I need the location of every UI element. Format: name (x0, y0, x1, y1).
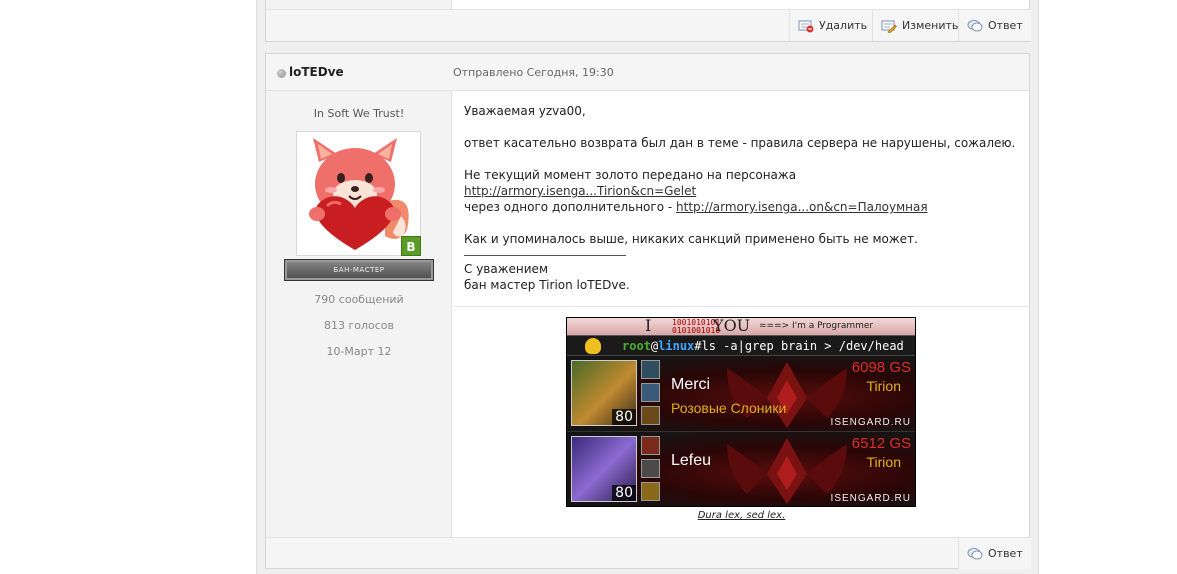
gear-slot-icon (641, 459, 660, 478)
post-timestamp: Отправлено Сегодня, 19:30 (453, 66, 614, 79)
reply-icon (967, 19, 983, 33)
character-name: Lefeu (671, 452, 712, 469)
character-gearscore: 6512 GS (851, 435, 911, 452)
banner-i: I (645, 317, 652, 335)
banner-you: YOU (713, 317, 751, 335)
character-gearscore: 6098 GS (851, 359, 911, 376)
post-body: Уважаемая yzva00, ответ касательно возвр… (453, 91, 1030, 537)
armory-link-gelet[interactable]: http://armory.isenga...Tirion&cn=Gelet (464, 184, 696, 198)
edit-icon (881, 19, 897, 34)
delete-button[interactable]: Удалить (789, 10, 876, 41)
character-card: 80 Lefeu 6512 GS Tirion ISENGARD.RU (567, 432, 915, 506)
gear-slot-icon (641, 383, 660, 402)
reply-button-previous[interactable]: Ответ (958, 10, 1031, 41)
message-text: через одного дополнительного - (464, 200, 677, 214)
author-info-column: In Soft We Trust! B БАН-МАСТЕР 790 сообщ… (266, 91, 452, 537)
vote-count: 813 голосов (323, 319, 395, 332)
signature-divider (453, 306, 1030, 307)
armory-link-paloumnaya[interactable]: http://armory.isenga...on&cn=Палоумная (676, 200, 928, 214)
delete-icon (798, 19, 814, 33)
signature-banner: I 1001010101 0101001010 YOU ===> I'm a P… (566, 317, 916, 507)
terminal-cmd: #ls -a|grep brain > /dev/head (694, 339, 904, 353)
previous-post: Удалить Изменить Ответ (265, 0, 1031, 42)
message-line: Как и упоминалось выше, никаких санкций … (464, 232, 918, 246)
post-count: 790 сообщений (314, 293, 404, 306)
reply-button[interactable]: Ответ (958, 538, 1031, 569)
message-text: Не текущий момент золото передано на пер… (464, 168, 797, 182)
rank-label: БАН-МАСТЕР (333, 266, 385, 274)
tux-penguin-icon (585, 338, 601, 354)
offline-status-icon (277, 69, 286, 78)
reply-icon (967, 547, 983, 561)
edit-button[interactable]: Изменить (872, 10, 967, 41)
character-level: 80 (612, 409, 636, 425)
character-portrait: 80 (571, 436, 637, 502)
post-author-name[interactable]: loTEDve (289, 65, 344, 79)
post-header: loTEDve Отправлено Сегодня, 19:30 (266, 54, 1029, 91)
forum-post: loTEDve Отправлено Сегодня, 19:30 In Sof… (265, 53, 1031, 569)
join-date: 10-Март 12 (326, 345, 392, 358)
previous-post-action-bar: Удалить Изменить Ответ (266, 9, 1031, 41)
character-portrait: 80 (571, 360, 637, 426)
terminal-command: root@linux#ls -a|grep brain > /dev/head (622, 339, 904, 353)
message-greeting: Уважаемая yzva00, (464, 104, 586, 118)
banner-top-strip: I 1001010101 0101001010 YOU ===> I'm a P… (567, 318, 915, 336)
character-realm: Tirion (866, 454, 902, 470)
terminal-host: linux (658, 339, 695, 353)
reply-label: Ответ (988, 19, 1023, 32)
group-badge: B (401, 236, 421, 256)
gear-slot-icon (641, 482, 660, 501)
site-watermark: ISENGARD.RU (830, 417, 911, 428)
avatar[interactable]: B (296, 131, 421, 256)
site-watermark: ISENGARD.RU (830, 493, 911, 504)
gear-slot-icon (641, 406, 660, 425)
banner-terminal: root@linux#ls -a|grep brain > /dev/head (567, 336, 915, 356)
character-card: 80 Merci Розовые Слоники 6098 GS Tirion … (567, 356, 915, 432)
post-message: Уважаемая yzva00, ответ касательно возвр… (464, 103, 1019, 293)
character-level: 80 (612, 485, 636, 501)
signature-separator (464, 255, 626, 256)
author-motto: In Soft We Trust! (313, 107, 405, 120)
delete-label: Удалить (819, 19, 868, 32)
message-links-paragraph: Не текущий момент золото передано на пер… (464, 167, 1019, 215)
signature-name: бан мастер Tirion loTEDve. (464, 278, 630, 292)
post-action-bar: Ответ (266, 537, 1031, 569)
signature-caption: Dura lex, sed lex. (697, 510, 786, 521)
terminal-user: root (622, 339, 651, 353)
character-name: Merci (671, 376, 711, 393)
edit-label: Изменить (902, 19, 959, 32)
previous-post-author-column (266, 0, 452, 9)
gear-slot-icon (641, 436, 660, 455)
banner-programmer: ===> I'm a Programmer (759, 321, 874, 331)
signature-regards: С уважением (464, 262, 548, 276)
message-line: ответ касательно возврата был дан в теме… (464, 136, 1016, 150)
rank-image: БАН-МАСТЕР (284, 259, 434, 281)
gear-slot-icon (641, 360, 660, 379)
character-guild: Розовые Слоники (671, 400, 787, 416)
reply-label: Ответ (988, 547, 1023, 560)
character-realm: Tirion (866, 378, 902, 394)
